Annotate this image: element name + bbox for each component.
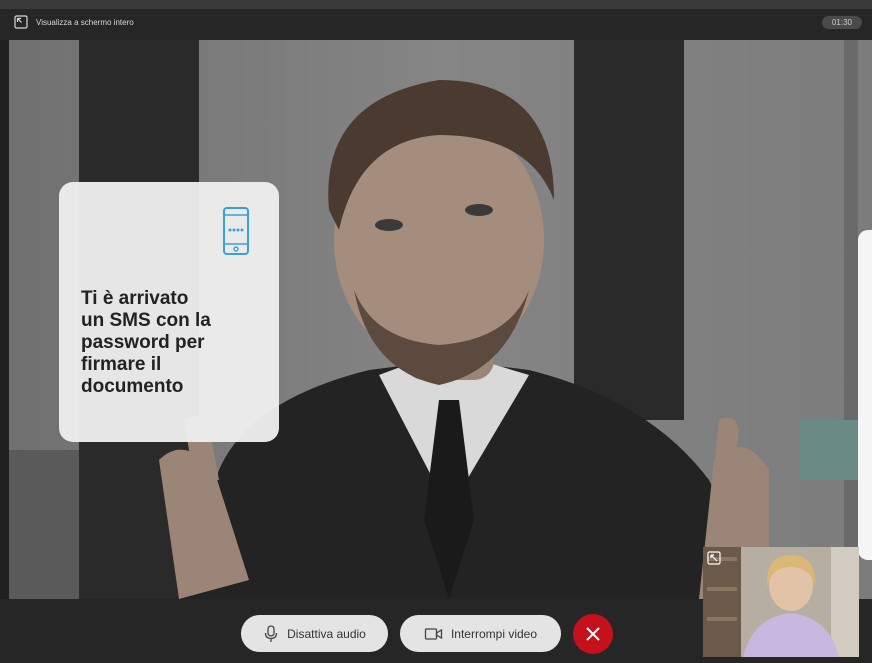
- sms-message: Ti è arrivato un SMS con la password per…: [81, 288, 211, 397]
- top-bar: Visualizza a schermo intero 01:30: [0, 0, 872, 40]
- expand-icon[interactable]: [707, 551, 721, 565]
- video-camera-icon: [424, 627, 443, 640]
- self-video-image: [703, 547, 859, 657]
- fullscreen-icon: [14, 15, 28, 29]
- microphone-icon: [264, 624, 278, 642]
- sms-notification-card: Ti è arrivato un SMS con la password per…: [59, 182, 279, 442]
- video-call-window: Visualizza a schermo intero 01:30 Ti è a…: [0, 0, 872, 663]
- smartphone-icon: [223, 207, 249, 255]
- close-icon: [586, 627, 600, 641]
- mute-audio-button[interactable]: Disattiva audio: [241, 615, 388, 652]
- top-strip: [0, 0, 872, 9]
- end-call-button[interactable]: [573, 614, 613, 654]
- stop-video-button[interactable]: Interrompi video: [400, 615, 561, 652]
- call-timer: 01:30: [821, 16, 862, 29]
- stop-video-label: Interrompi video: [450, 626, 538, 641]
- fullscreen-label: Visualizza a schermo intero: [36, 17, 134, 27]
- fullscreen-toggle[interactable]: Visualizza a schermo intero: [14, 15, 134, 29]
- side-panel-edge: [858, 230, 872, 560]
- mute-audio-label: Disattiva audio: [287, 626, 366, 641]
- self-video-thumbnail[interactable]: [703, 547, 859, 657]
